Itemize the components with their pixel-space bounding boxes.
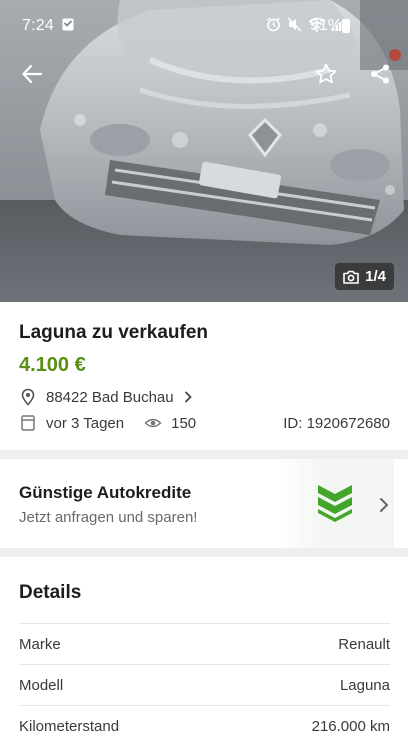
listing-id: ID: 1920672680: [283, 414, 390, 432]
battery-icon: [342, 19, 350, 33]
detail-value: 216.000 km: [311, 717, 390, 735]
share-icon: [371, 64, 389, 84]
detail-row: Modell Laguna: [19, 664, 390, 705]
listing-meta: vor 3 Tagen 150 ID: 1920672680: [19, 412, 390, 434]
back-button[interactable]: [12, 54, 52, 94]
calendar-icon: [21, 415, 35, 431]
chevron-right-icon: [380, 498, 389, 512]
favorite-button[interactable]: [306, 54, 346, 94]
photo-counter-text: 1/4: [365, 268, 386, 285]
detail-row: Marke Renault: [19, 623, 390, 664]
promo-title: Günstige Autokredite: [19, 483, 192, 502]
battery-percent: 91%: [309, 17, 342, 34]
listing-title: Laguna zu verkaufen: [19, 322, 208, 343]
message-notification-icon: [62, 18, 74, 31]
star-outline-icon: [315, 63, 337, 84]
location-pin-icon: [21, 388, 35, 406]
detail-value: Renault: [338, 635, 390, 653]
status-time: 7:24: [22, 17, 54, 34]
camera-icon: [343, 270, 359, 284]
detail-label: Kilometerstand: [19, 717, 120, 735]
listing-photo-gallery[interactable]: 7:24 91% 1/4: [0, 0, 408, 302]
section-divider: [0, 548, 408, 557]
car-loan-promo[interactable]: Günstige Autokredite Jetzt anfragen und …: [0, 459, 408, 548]
mute-icon: [287, 17, 302, 32]
chevron-right-icon: [184, 391, 192, 403]
posted-date: vor 3 Tagen: [46, 414, 125, 432]
view-count-text: 150: [171, 414, 197, 432]
status-bar: 7:24 91%: [0, 0, 408, 52]
section-divider: [0, 450, 408, 459]
arrow-left-icon: [22, 64, 43, 84]
promo-subtitle: Jetzt anfragen und sparen!: [19, 509, 198, 526]
detail-label: Marke: [19, 635, 61, 653]
view-count: 150: [144, 414, 196, 432]
photo-counter: 1/4: [335, 263, 394, 290]
eye-icon: [144, 418, 162, 428]
loan-provider-logo-icon: [318, 485, 352, 522]
listing-price: 4.100 €: [19, 354, 86, 376]
details-heading: Details: [19, 582, 82, 603]
share-button[interactable]: [360, 54, 400, 94]
details-section: Details Marke Renault Modell Laguna Kilo…: [0, 557, 408, 736]
detail-label: Modell: [19, 676, 64, 694]
location-link[interactable]: 88422 Bad Buchau: [19, 386, 194, 408]
detail-row: Kilometerstand 216.000 km: [19, 705, 390, 736]
listing-summary: Laguna zu verkaufen 4.100 € 88422 Bad Bu…: [0, 302, 408, 450]
location-text: 88422 Bad Buchau: [46, 388, 174, 406]
alarm-icon: [267, 17, 280, 32]
detail-value: Laguna: [339, 676, 390, 694]
